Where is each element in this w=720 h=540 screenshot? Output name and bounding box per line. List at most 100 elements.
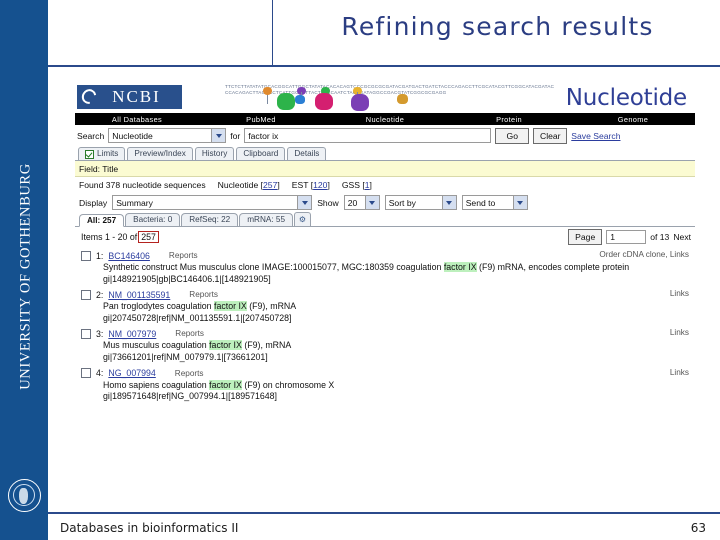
result-links-label[interactable]: Links (670, 368, 689, 377)
result-desc-highlight: factor IX (209, 340, 242, 351)
result-gi-identifier: gi|148921905|gb|BC146406.1|[148921905] (103, 273, 271, 284)
result-reports-link[interactable]: Reports (169, 251, 198, 260)
result-checkbox[interactable] (81, 368, 91, 379)
dna-sequence-text: TTCTCTTATATATGCACGGCATTGGCTATATACACACAGT… (225, 84, 555, 96)
result-links-label[interactable]: Links (670, 328, 689, 337)
items-total-highlight: 257 (138, 231, 159, 243)
count-group-nucleotide-name: Nucleotide (217, 180, 259, 190)
display-label: Display (79, 197, 108, 208)
count-group-est-value[interactable]: 120 (313, 180, 327, 190)
tab-details[interactable]: Details (287, 147, 327, 160)
nav-item-pubmed[interactable]: PubMed (199, 115, 323, 124)
result-links-label[interactable]: Links (670, 289, 689, 298)
sidebar-university-label: UNIVERSITY OF GOTHENBURG (17, 163, 34, 390)
tab-clipboard[interactable]: Clipboard (236, 147, 286, 160)
cat-tab-all[interactable]: All: 257 (79, 214, 125, 227)
result-header: 2: NM_001135591 Reports (81, 288, 691, 301)
result-links-label[interactable]: Order cDNA clone, Links (599, 250, 689, 259)
chevron-down-icon[interactable] (364, 196, 379, 209)
result-checkbox[interactable] (81, 328, 91, 339)
nav-item-genome[interactable]: Genome (571, 115, 695, 124)
chevron-down-icon[interactable] (441, 196, 456, 209)
result-item: 4: NG_007994 Reports Links Homo sapiens … (81, 367, 691, 403)
slide: UNIVERSITY OF GOTHENBURG Refining search… (0, 0, 720, 540)
result-number: 2: (96, 289, 104, 300)
count-group-est: EST [120] (291, 180, 330, 190)
count-group-gss-name: GSS (341, 180, 360, 190)
ncbi-screenshot: NCBI TTCTCTTATATATGCACGGCATTGGCTATATACAC… (75, 83, 695, 495)
count-group-nucleotide-value[interactable]: 257 (263, 180, 277, 190)
result-header: 4: NG_007994 Reports (81, 367, 691, 380)
display-format-select[interactable]: Summary (112, 195, 313, 210)
ncbi-banner: NCBI TTCTCTTATATATGCACGGCATTGGCTATATACAC… (75, 83, 695, 113)
sort-by-select[interactable]: Sort by (384, 195, 457, 210)
items-pagination-row: Items 1 - 20 of 257 Page 1 of 13 Next (75, 227, 695, 247)
count-group-gss-value[interactable]: 1 (365, 180, 370, 190)
molecule-blob-pink (315, 93, 333, 110)
result-accession-link[interactable]: BC146406 (108, 251, 150, 261)
send-to-select[interactable]: Send to (461, 195, 528, 210)
tab-history[interactable]: History (194, 147, 235, 160)
search-input[interactable]: factor ix (244, 128, 492, 143)
result-desc-post: (F9) on chromosome X (241, 379, 335, 390)
filter-settings-icon[interactable]: ⚙ (294, 212, 311, 226)
nav-item-nucleotide[interactable]: Nucleotide (323, 115, 447, 124)
result-reports-link[interactable]: Reports (175, 369, 204, 378)
chevron-down-icon[interactable] (297, 196, 312, 209)
tab-limits[interactable]: Limits (78, 147, 126, 160)
result-checkbox[interactable] (81, 250, 91, 261)
result-accession-link[interactable]: NG_007994 (108, 368, 155, 378)
footer-rule (48, 512, 720, 514)
result-checkbox[interactable] (81, 289, 91, 300)
cat-tab-mrna[interactable]: mRNA: 55 (239, 213, 293, 226)
result-desc-pre: Mus musculus coagulation (103, 340, 210, 351)
page-button[interactable]: Page (568, 229, 603, 245)
chevron-down-icon[interactable] (211, 129, 226, 142)
database-select[interactable]: Nucleotide (108, 128, 227, 143)
sort-by-value: Sort by (388, 198, 416, 208)
chevron-down-icon[interactable] (512, 196, 527, 209)
molecule-pin-orange (263, 87, 272, 95)
send-to-value: Send to (465, 198, 496, 208)
save-search-link[interactable]: Save Search (571, 131, 620, 141)
result-desc-pre: Pan troglodytes coagulation (103, 301, 215, 312)
cat-tab-bacteria[interactable]: Bacteria: 0 (125, 213, 181, 226)
result-gi-identifier: gi|73661201|ref|NM_007979.1|[73661201] (103, 351, 268, 362)
result-reports-link[interactable]: Reports (189, 290, 218, 299)
nav-item-protein[interactable]: Protein (447, 115, 571, 124)
title-horizontal-rule (48, 65, 720, 67)
found-text: Found 378 nucleotide sequences (79, 180, 206, 190)
result-gi-identifier: gi|207450728|ref|NM_001135591.1|[2074507… (103, 312, 292, 323)
page-title: Refining search results (341, 12, 654, 41)
cat-tab-refseq[interactable]: RefSeq: 22 (181, 213, 239, 226)
page-number-input[interactable]: 1 (606, 230, 647, 244)
result-desc-post: (F9) mRNA, encodes complete protein (476, 262, 630, 272)
result-accession-link[interactable]: NM_001135591 (108, 290, 170, 300)
display-format-value: Summary (116, 198, 153, 208)
result-accession-link[interactable]: NM_007979 (108, 329, 156, 339)
show-count-select[interactable]: 20 (343, 195, 380, 210)
result-reports-link[interactable]: Reports (175, 329, 204, 338)
result-number: 4: (96, 368, 104, 379)
nav-item-all-databases[interactable]: All Databases (75, 115, 199, 124)
search-bar: Search Nucleotide for factor ix Go Clear… (75, 125, 695, 146)
result-number: 1: (96, 250, 104, 261)
page-of-text: of 13 (650, 232, 670, 242)
result-desc-post: (F9), mRNA (246, 301, 297, 312)
result-desc-post: (F9), mRNA (241, 340, 292, 351)
dna-decoration: TTCTCTTATATATGCACGGCATTGGCTATATACACACAGT… (225, 84, 555, 112)
checkbox-icon[interactable] (85, 149, 94, 159)
go-button[interactable]: Go (495, 127, 530, 144)
show-count-value: 20 (347, 198, 358, 208)
university-seal-icon (8, 479, 41, 512)
display-toolbar: Display Summary Show 20 Sort by Send to (75, 193, 695, 212)
database-nav-bar: All Databases PubMed Nucleotide Protein … (75, 113, 695, 125)
result-desc-highlight: factor IX (443, 262, 477, 272)
result-gi-identifier: gi|189571648|ref|NG_007994.1|[189571648] (103, 391, 277, 402)
result-desc-pre: Synthetic construct Mus musculus clone I… (103, 262, 444, 272)
result-description: Homo sapiens coagulation factor IX (F9) … (81, 379, 691, 403)
clear-button[interactable]: Clear (533, 127, 568, 144)
tab-preview-index[interactable]: Preview/Index (127, 147, 193, 160)
nucleotide-title: Nucleotide (565, 85, 687, 111)
next-page-link[interactable]: Next (673, 232, 691, 242)
